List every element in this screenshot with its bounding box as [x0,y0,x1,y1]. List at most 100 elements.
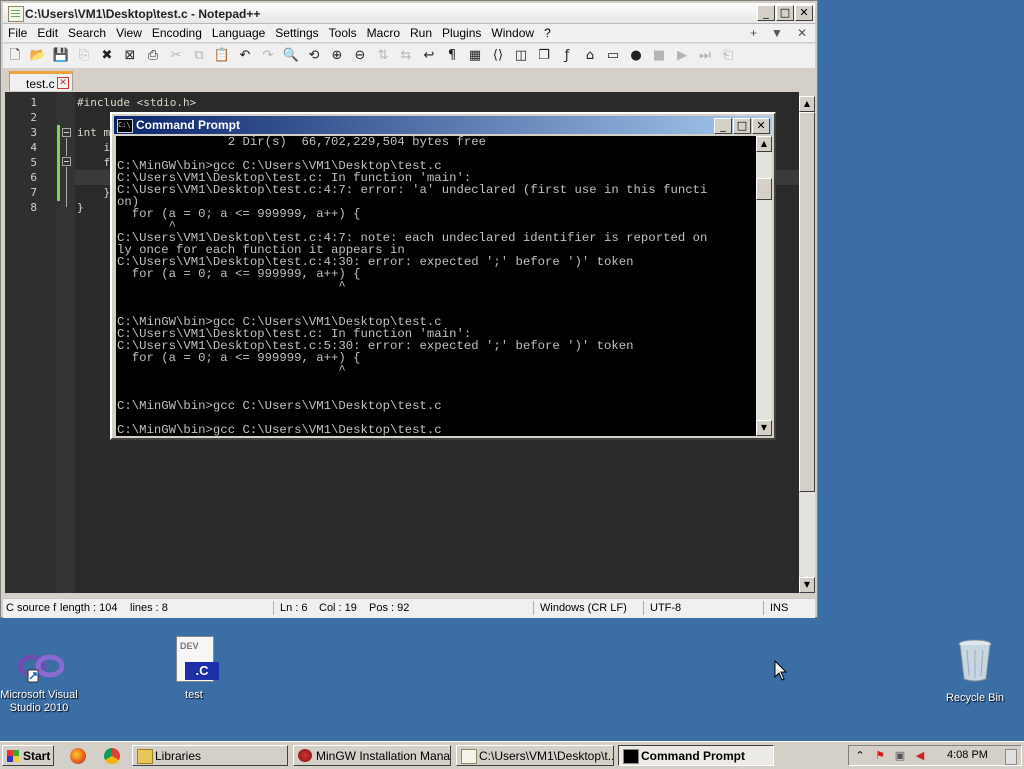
tab-close-icon[interactable]: ✕ [57,77,69,89]
taskbar-button-mingw[interactable]: MinGW Installation Mana... [293,745,451,766]
menu-item-search[interactable]: Search [63,24,111,40]
scroll-down-arrow-icon[interactable]: ▼ [799,577,815,593]
record-macro-icon[interactable]: ● [627,47,645,65]
doc-map-icon[interactable]: ◫ [512,47,530,65]
scroll-thumb[interactable] [799,112,815,492]
chrome-icon[interactable] [104,748,120,764]
taskbar-button-libraries[interactable]: Libraries [132,745,288,766]
folder-icon [137,749,153,764]
redo-icon[interactable]: ↷ [259,47,277,65]
print-icon[interactable]: ⎙ [144,47,162,65]
menu-item-settings[interactable]: Settings [270,24,323,40]
sync-h-icon[interactable]: ⇆ [397,47,415,65]
monitor-icon[interactable]: ▭ [604,47,622,65]
zoom-out-icon[interactable]: ⊖ [351,47,369,65]
cmd-vertical-scrollbar[interactable]: ▲ ▼ [756,136,772,436]
code-line[interactable]: } [77,186,110,199]
menu-item-run[interactable]: Run [405,24,437,40]
status-insert-mode[interactable]: INS [770,602,788,614]
code-line[interactable]: } [77,201,84,214]
console-output[interactable]: 2 Dir(s) 66,702,229,504 bytes free C:\Min… [116,136,757,436]
stop-macro-icon[interactable]: ■ [650,47,668,65]
close-button[interactable]: ✕ [795,5,813,21]
visual-studio-label-1: Microsoft Visual [0,689,78,701]
desktop-icon-recycle-bin[interactable]: Recycle Bin [940,638,1010,704]
taskbar-button-command-prompt[interactable]: Command Prompt [618,745,774,766]
cmd-scroll-up-arrow-icon[interactable]: ▲ [756,136,772,152]
editor-vertical-scrollbar[interactable]: ▲ ▼ [799,96,815,593]
menu-item-edit[interactable]: Edit [32,24,63,40]
desktop-icon-visual-studio[interactable]: Microsoft Visual Studio 2010 [0,648,78,718]
menu-item-view[interactable]: View [111,24,147,40]
line-number: 4 [30,141,37,154]
menu-item-macro[interactable]: Macro [362,24,405,40]
undo-icon[interactable]: ↶ [236,47,254,65]
menu-dropdown-icon[interactable]: ▼ [771,26,783,40]
fold-toggle-icon[interactable] [62,157,71,166]
line-number: 6 [30,171,37,184]
cmd-minimize-button[interactable]: _ [714,118,732,134]
save-icon[interactable]: 💾 [52,47,70,65]
new-icon[interactable]: 🗋 [6,47,24,65]
cmd-scroll-down-arrow-icon[interactable]: ▼ [756,420,772,436]
code-line[interactable]: f [77,156,110,169]
copy-icon[interactable]: ⧉ [190,47,208,65]
menu-item-help[interactable]: ? [539,24,556,40]
cmd-maximize-button[interactable]: □ [733,118,751,134]
start-label: Start [23,749,51,763]
minimize-button[interactable]: _ [757,5,775,21]
line-number: 7 [30,186,37,199]
menu-add-icon[interactable]: + [750,26,757,40]
network-icon[interactable]: ▣ [893,749,907,763]
cmd-scroll-thumb[interactable] [756,178,772,200]
zoom-in-icon[interactable]: ⊕ [328,47,346,65]
scroll-up-arrow-icon[interactable]: ▲ [799,96,815,112]
save-macro-icon[interactable]: ⎗ [719,47,737,65]
cmd-titlebar[interactable]: C:\ Command Prompt _ □ ✕ [114,116,772,134]
menu-item-encoding[interactable]: Encoding [147,24,207,40]
udl-icon[interactable]: ⟨⟩ [489,47,507,65]
volume-muted-icon[interactable]: ◀ [913,749,927,763]
open-icon[interactable]: 📂 [29,47,47,65]
show-all-chars-icon[interactable]: ¶ [443,47,461,65]
cmd-close-button[interactable]: ✕ [752,118,770,134]
menu-item-tools[interactable]: Tools [324,24,362,40]
word-wrap-icon[interactable]: ↩ [420,47,438,65]
start-button[interactable]: Start [2,745,54,766]
folder-workspace-icon[interactable]: ⌂ [581,47,599,65]
run-macro-multiple-icon[interactable]: ⏭ [696,47,714,65]
find-icon[interactable]: 🔍 [282,47,300,65]
taskbar-button-notepad[interactable]: C:\Users\VM1\Desktop\t... [456,745,614,766]
desktop-icon-test-c[interactable]: DEV .C test [166,636,222,702]
firefox-icon[interactable] [70,748,86,764]
menu-item-file[interactable]: File [3,24,32,40]
paste-icon[interactable]: 📋 [213,47,231,65]
menu-close-icon[interactable]: ✕ [797,26,807,40]
code-line[interactable]: #include <stdio.h> [77,96,196,109]
fold-toggle-icon[interactable] [62,128,71,137]
cut-icon[interactable]: ✂ [167,47,185,65]
show-desktop-button[interactable] [1005,749,1017,765]
replace-icon[interactable]: ⟲ [305,47,323,65]
close-all-icon[interactable]: ⊠ [121,47,139,65]
clock[interactable]: 4:08 PM [947,749,988,761]
notepad-app-icon [8,6,24,22]
indent-guide-icon[interactable]: ▦ [466,47,484,65]
notepad-titlebar[interactable]: C:\Users\VM1\Desktop\test.c - Notepad++ … [3,3,815,24]
save-all-icon[interactable]: ⎘ [75,47,93,65]
menu-item-language[interactable]: Language [207,24,270,40]
menu-item-plugins[interactable]: Plugins [437,24,486,40]
close-icon[interactable]: ✖ [98,47,116,65]
doc-list-icon[interactable]: ❐ [535,47,553,65]
play-macro-icon[interactable]: ▶ [673,47,691,65]
code-line[interactable]: i [77,141,110,154]
show-hidden-icons-icon[interactable]: ⌃ [853,749,867,763]
sync-v-icon[interactable]: ⇅ [374,47,392,65]
action-center-icon[interactable]: ⚑ [873,749,887,763]
code-line[interactable]: int m [77,126,110,139]
tab-test-c[interactable]: test.c ✕ [9,71,73,91]
menu-item-window[interactable]: Window [486,24,539,40]
maximize-button[interactable]: □ [776,5,794,21]
function-list-icon[interactable]: ƒ [558,47,576,65]
